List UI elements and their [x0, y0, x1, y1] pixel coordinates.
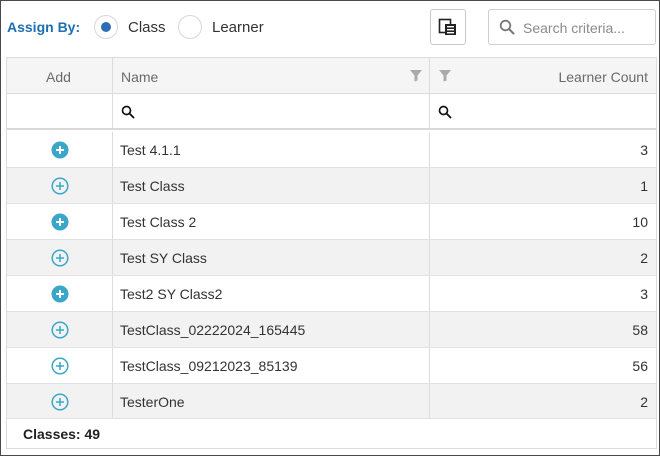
filter-cell-learner-count[interactable]: [430, 94, 656, 128]
name-cell: Test Class: [113, 168, 430, 203]
name-cell: Test SY Class: [113, 240, 430, 275]
class-name: Test 4.1.1: [120, 142, 181, 158]
learner-count: 10: [632, 214, 648, 230]
table-row: Test 4.1.1 3: [7, 132, 656, 168]
add-outline-icon[interactable]: [51, 357, 69, 375]
table-row: Test SY Class 2: [7, 240, 656, 276]
class-name: TestClass_09212023_85139: [120, 358, 298, 374]
add-filled-icon[interactable]: [51, 285, 69, 303]
filter-icon[interactable]: [409, 69, 423, 82]
table-row: TestClass_09212023_85139 56: [7, 348, 656, 384]
add-cell: [7, 240, 113, 275]
learner-count: 1: [640, 178, 648, 194]
class-name: Test Class 2: [120, 214, 197, 230]
table-row: Test2 SY Class2 3: [7, 276, 656, 312]
add-cell: [7, 132, 113, 167]
add-outline-icon[interactable]: [51, 177, 69, 195]
column-header-learner-count[interactable]: Learner Count: [430, 58, 656, 93]
assign-panel: Assign By: Class Learner Add: [0, 0, 660, 456]
learner-count-cell: 1: [430, 168, 656, 203]
learner-count-cell: 58: [430, 312, 656, 347]
learner-count-cell: 10: [430, 204, 656, 239]
name-cell: Test 4.1.1: [113, 132, 430, 167]
add-outline-icon[interactable]: [51, 321, 69, 339]
learner-count-cell: 2: [430, 240, 656, 275]
search-input[interactable]: [523, 16, 651, 40]
learner-count-cell: 3: [430, 276, 656, 311]
radio-class[interactable]: [94, 15, 118, 39]
radio-class-label[interactable]: Class: [128, 19, 166, 36]
filter-icon[interactable]: [438, 69, 452, 82]
filter-row: [7, 94, 656, 130]
grid-header: Add Name Learner Count: [7, 58, 656, 94]
class-name: TestClass_02222024_165445: [120, 322, 306, 338]
learner-count: 3: [640, 286, 648, 302]
table-row: TestClass_02222024_165445 58: [7, 312, 656, 348]
assign-by-label: Assign By:: [7, 19, 81, 35]
add-cell: [7, 204, 113, 239]
toolbar: Assign By: Class Learner: [1, 1, 659, 53]
search-icon[interactable]: [438, 105, 452, 119]
name-cell: TestClass_09212023_85139: [113, 348, 430, 383]
column-chooser-icon: [438, 18, 456, 35]
radio-learner[interactable]: [178, 15, 202, 39]
column-header-name-label: Name: [121, 69, 159, 85]
learner-count-cell: 3: [430, 132, 656, 167]
name-cell: Test2 SY Class2: [113, 276, 430, 311]
classes-count: Classes: 49: [23, 426, 101, 442]
column-header-add[interactable]: Add: [7, 58, 113, 93]
class-name: Test SY Class: [120, 250, 207, 266]
name-cell: TesterOne: [113, 384, 430, 419]
add-cell: [7, 168, 113, 203]
learner-count: 56: [632, 358, 648, 374]
column-header-name[interactable]: Name: [113, 58, 430, 93]
table-row: Test Class 2 10: [7, 204, 656, 240]
add-filled-icon[interactable]: [51, 213, 69, 231]
column-chooser-button[interactable]: [430, 9, 466, 45]
name-cell: Test Class 2: [113, 204, 430, 239]
filter-cell-add: [7, 94, 113, 128]
table-row: TesterOne 2: [7, 384, 656, 420]
search-icon: [499, 19, 515, 35]
add-cell: [7, 276, 113, 311]
learner-count: 2: [640, 394, 648, 410]
class-name: Test2 SY Class2: [120, 286, 223, 302]
add-cell: [7, 348, 113, 383]
search-box[interactable]: [488, 9, 656, 45]
radio-learner-label[interactable]: Learner: [212, 19, 264, 36]
add-cell: [7, 312, 113, 347]
column-header-learner-count-label: Learner Count: [558, 69, 648, 85]
learner-count: 3: [640, 142, 648, 158]
filter-cell-name[interactable]: [113, 94, 430, 128]
add-outline-icon[interactable]: [51, 393, 69, 411]
learner-count: 2: [640, 250, 648, 266]
add-filled-icon[interactable]: [51, 141, 69, 159]
table-row: Test Class 1: [7, 168, 656, 204]
classes-grid: Add Name Learner Count Test 4.1.1 3 Test…: [6, 57, 657, 449]
class-name: Test Class: [120, 178, 185, 194]
add-cell: [7, 384, 113, 419]
column-header-add-label: Add: [46, 69, 71, 85]
name-cell: TestClass_02222024_165445: [113, 312, 430, 347]
grid-footer: Classes: 49: [7, 418, 656, 448]
learner-count: 58: [632, 322, 648, 338]
learner-count-cell: 2: [430, 384, 656, 419]
learner-count-cell: 56: [430, 348, 656, 383]
add-outline-icon[interactable]: [51, 249, 69, 267]
class-name: TesterOne: [120, 394, 185, 410]
search-icon[interactable]: [121, 105, 135, 119]
